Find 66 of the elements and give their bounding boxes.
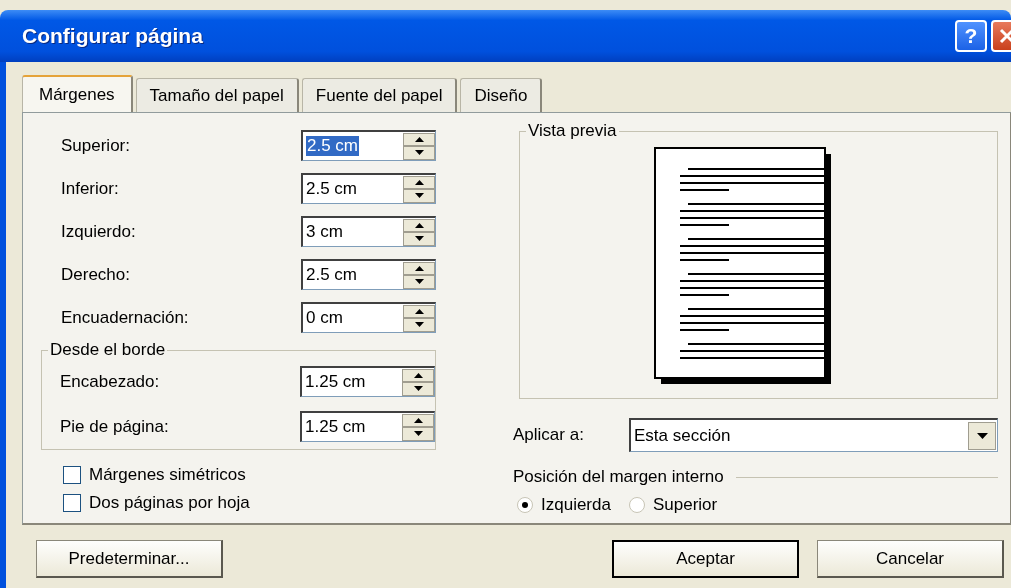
checkbox[interactable] [63, 494, 81, 512]
spin-down-button[interactable] [403, 275, 435, 289]
down-arrow-icon [414, 150, 424, 156]
spin-field[interactable]: 2.5 cm [301, 259, 436, 290]
radio-label[interactable]: Superior [652, 495, 718, 515]
down-arrow-icon [414, 193, 424, 199]
spin-down-button[interactable] [402, 427, 434, 441]
field-label: Superior: [61, 135, 131, 156]
spin-up-button[interactable] [403, 218, 435, 232]
field-label: Encabezado: [59, 371, 161, 392]
default-button[interactable]: Predeterminar... [36, 540, 223, 578]
field-label: Derecho: [61, 264, 131, 285]
spin-up-button[interactable] [403, 175, 435, 189]
down-arrow-icon [414, 236, 424, 242]
down-arrow-icon [413, 386, 423, 392]
checkbox[interactable] [63, 466, 81, 484]
field-label: Inferior: [61, 178, 120, 199]
spin-down-button[interactable] [402, 382, 434, 396]
spin-up-button[interactable] [403, 132, 435, 146]
checkbox-label[interactable]: Dos páginas por hoja [89, 493, 250, 513]
spin-up-button[interactable] [403, 304, 435, 318]
close-icon [997, 26, 1011, 46]
spin-field[interactable]: 3 cm [301, 216, 436, 247]
spin-down-button[interactable] [403, 318, 435, 332]
field-label: Encuadernación: [61, 307, 190, 328]
up-arrow-icon [414, 222, 424, 228]
spin-down-button[interactable] [403, 146, 435, 160]
tab[interactable]: Diseño [460, 78, 543, 112]
help-button[interactable]: ? [955, 20, 987, 52]
spin-up-button[interactable] [402, 413, 434, 427]
up-arrow-icon [414, 265, 424, 271]
radio-button[interactable] [517, 497, 533, 513]
up-arrow-icon [413, 417, 423, 423]
spin-up-button[interactable] [402, 368, 434, 382]
spin-field[interactable]: 1.25 cm [300, 366, 435, 397]
spin-down-button[interactable] [403, 232, 435, 246]
up-arrow-icon [414, 308, 424, 314]
spin-field[interactable]: 1.25 cm [300, 411, 435, 442]
spin-down-button[interactable] [403, 189, 435, 203]
apply-to-label: Aplicar a: [513, 425, 585, 445]
down-arrow-icon [414, 279, 424, 285]
down-arrow-icon [413, 431, 423, 437]
tab[interactable]: Tamaño del papel [135, 78, 299, 112]
field-label: Izquierdo: [61, 221, 137, 242]
apply-to-dropdown[interactable]: Esta sección [629, 418, 998, 452]
tab[interactable]: Márgenes [22, 75, 133, 112]
cancel-button[interactable]: Cancelar [817, 540, 1004, 578]
ok-button[interactable]: Aceptar [612, 540, 799, 578]
window-title: Configurar página [22, 24, 204, 48]
spin-field[interactable]: 2.5 cm [301, 173, 436, 204]
dropdown-button[interactable] [968, 421, 996, 450]
caret-icon [976, 432, 988, 439]
field-label: Pie de página: [59, 416, 170, 437]
spin-up-button[interactable] [403, 261, 435, 275]
tab[interactable]: Fuente del papel [301, 78, 458, 112]
up-arrow-icon [414, 179, 424, 185]
up-arrow-icon [413, 372, 423, 378]
section-title: Posición del margen interno [513, 467, 724, 487]
radio-button[interactable] [628, 497, 645, 513]
checkbox-label[interactable]: Márgenes simétricos [89, 465, 246, 485]
down-arrow-icon [414, 322, 424, 328]
spin-field[interactable]: 0 cm [301, 302, 436, 333]
group-title: Vista previa [526, 121, 619, 141]
up-arrow-icon [414, 136, 424, 142]
spin-field[interactable]: 2.5 cm [301, 130, 436, 161]
radio-label[interactable]: Izquierda [541, 495, 611, 515]
